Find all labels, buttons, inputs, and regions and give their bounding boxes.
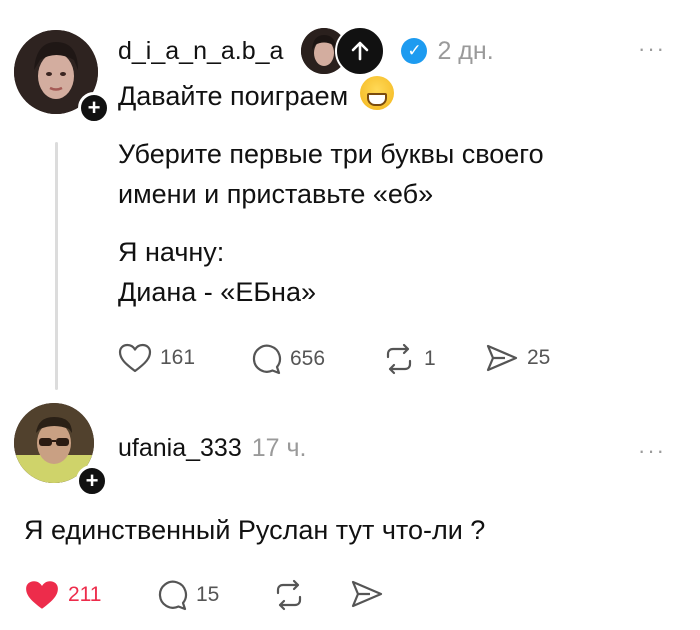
share-count: 25 — [527, 346, 551, 369]
post-avatar[interactable]: + — [14, 30, 110, 124]
reply-avatar[interactable]: + — [14, 403, 108, 497]
comment-icon — [158, 580, 188, 611]
reply-header: ufania_333 17 ч. — [118, 434, 306, 463]
follow-plus-icon[interactable]: + — [78, 92, 110, 124]
reply-repost-button[interactable] — [272, 579, 306, 611]
comment-count: 656 — [290, 347, 326, 370]
post-headline: Давайте поиграем — [118, 76, 394, 116]
post-time: 2 дн. — [437, 36, 494, 65]
reply-share-button[interactable] — [350, 579, 384, 609]
post-body-line1: Уберите первые три буквы своего — [118, 139, 544, 169]
reply-username[interactable]: ufania_333 — [118, 434, 242, 463]
post-body-line4: Диана - «ЕБна» — [118, 277, 316, 307]
post-more-icon[interactable]: ··· — [638, 36, 666, 62]
reply-like-button[interactable]: 211 — [24, 579, 101, 611]
reply-comment-count: 15 — [196, 583, 220, 606]
reply-more-icon[interactable]: ··· — [638, 438, 666, 464]
share-button[interactable]: 25 — [485, 343, 550, 373]
share-icon — [351, 580, 383, 608]
reply-time: 17 ч. — [251, 434, 307, 462]
repost-count: 1 — [424, 347, 436, 370]
comment-button[interactable]: 656 — [250, 343, 325, 375]
grinning-emoji-icon — [359, 76, 394, 110]
reply-comment-button[interactable]: 15 — [156, 579, 219, 611]
post-headline-text: Давайте поиграем — [118, 81, 349, 111]
reply-like-count: 211 — [68, 583, 102, 606]
repost-icon — [386, 343, 412, 375]
repost-icon — [276, 579, 302, 611]
share-icon — [486, 344, 518, 372]
post-header: d_i_a_n_a.b_a ✓ 2 дн. — [118, 26, 494, 76]
post-body-line3: Я начну: — [118, 237, 225, 267]
repost-button[interactable]: 1 — [382, 343, 436, 375]
verified-icon: ✓ — [401, 38, 428, 64]
collab-avatars[interactable] — [301, 26, 386, 76]
thread-line — [55, 142, 58, 390]
follow-plus-icon[interactable]: + — [76, 465, 108, 497]
like-count: 161 — [160, 346, 196, 369]
up-arrow-icon[interactable] — [335, 26, 386, 76]
like-button[interactable]: 161 — [118, 343, 195, 373]
comment-icon — [252, 344, 282, 375]
heart-icon — [26, 581, 58, 609]
post-username[interactable]: d_i_a_n_a.b_a — [118, 37, 283, 66]
post-body-line2: имени и приставьте «еб» — [118, 179, 434, 209]
heart-icon — [118, 343, 152, 373]
post-body: Уберите первые три буквы своего имени и … — [118, 134, 544, 312]
reply-text: Я единственный Руслан тут что-ли ? — [24, 515, 486, 545]
